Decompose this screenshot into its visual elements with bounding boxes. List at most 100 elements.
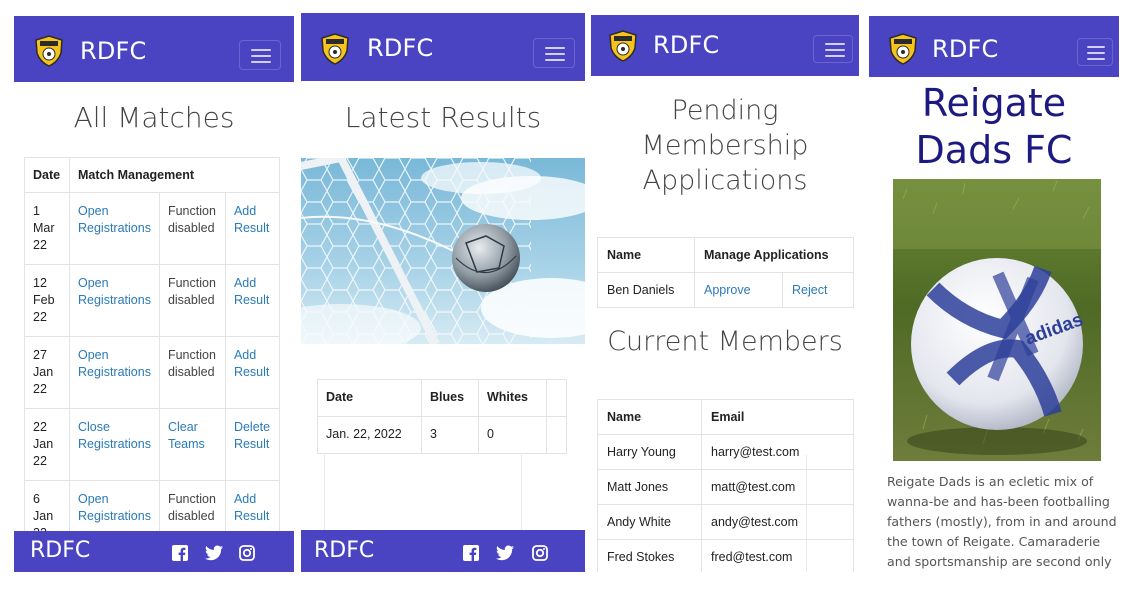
add-result-link[interactable]: Add Result xyxy=(224,336,281,409)
link-text: Result xyxy=(233,365,270,379)
membership-applications-screen: RDFC Pending Membership Applications Nam… xyxy=(591,15,859,572)
hamburger-icon xyxy=(545,47,565,49)
date-day: 6 Jan xyxy=(33,492,54,523)
date-month: Jan xyxy=(33,437,54,451)
approve-link[interactable]: Approve xyxy=(694,272,783,308)
facebook-icon[interactable] xyxy=(172,545,188,561)
club-badge-logo[interactable] xyxy=(34,35,64,67)
hero-title-line: Dads FC xyxy=(915,128,1073,172)
delete-result-link[interactable]: Delete Result xyxy=(224,408,281,481)
menu-toggle-button[interactable] xyxy=(1077,38,1113,66)
link-text: Result xyxy=(233,221,270,235)
table-header-row: Name Email xyxy=(597,399,854,435)
date-month: Mar xyxy=(33,221,55,235)
table-row: Jan. 22, 2022 3 0 xyxy=(317,416,567,454)
match-date: 27 Jan 22 xyxy=(24,336,70,409)
table-row: 1 Mar 22 Open Registrations Function dis… xyxy=(24,192,281,265)
link-text: Add xyxy=(233,348,257,362)
column-header-name: Name xyxy=(597,399,702,435)
hamburger-icon-bar xyxy=(1087,58,1105,60)
column-header-management: Match Management xyxy=(69,157,280,193)
reject-link[interactable]: Reject xyxy=(782,272,854,308)
footer-brand[interactable]: RDFC xyxy=(30,538,90,563)
brand-name[interactable]: RDFC xyxy=(367,34,434,62)
instagram-icon[interactable] xyxy=(532,545,548,561)
members-table: Name Email Harry Young harry@test.com Ma… xyxy=(597,399,854,572)
page-title: All Matches xyxy=(73,101,235,134)
member-name: Fred Stokes xyxy=(597,539,702,572)
instagram-icon[interactable] xyxy=(239,545,255,561)
menu-toggle-button[interactable] xyxy=(813,35,853,63)
facebook-icon[interactable] xyxy=(463,545,479,561)
column-header-date: Date xyxy=(317,379,422,417)
date-year: 22 xyxy=(33,310,47,324)
description-line: wanna-be and has-been footballing xyxy=(887,494,1110,509)
hamburger-icon-bar xyxy=(251,55,271,57)
date-year: 22 xyxy=(33,238,47,252)
member-email: matt@test.com xyxy=(701,469,854,505)
status-text: Function xyxy=(167,348,216,362)
navbar: RDFC xyxy=(14,16,294,82)
table-row: 22 Jan 22 Close Registrations Clear Team… xyxy=(24,408,281,481)
table-row: Andy White andy@test.com xyxy=(597,504,854,540)
navbar: RDFC xyxy=(591,15,859,76)
link-text: Delete xyxy=(233,420,271,434)
date-month: Feb xyxy=(33,293,55,307)
table-row: 27 Jan 22 Open Registrations Function di… xyxy=(24,336,281,409)
brand-name[interactable]: RDFC xyxy=(932,35,999,63)
open-registrations-link[interactable]: Open Registrations xyxy=(69,192,160,265)
description-line: the town of Reigate. Camaraderie xyxy=(887,534,1101,549)
column-header-spacer xyxy=(546,379,567,417)
column-header-blues: Blues xyxy=(421,379,479,417)
footer: RDFC xyxy=(14,531,294,572)
applicant-name: Ben Daniels xyxy=(597,272,695,308)
match-date: 1 Mar 22 xyxy=(24,192,70,265)
club-badge-logo[interactable] xyxy=(608,30,638,62)
clear-teams-link[interactable]: Clear Teams xyxy=(158,408,226,481)
table-header-row: Name Manage Applications xyxy=(597,237,854,273)
title-line: Applications xyxy=(642,165,808,196)
hamburger-icon-bar xyxy=(1087,52,1105,54)
brand-name[interactable]: RDFC xyxy=(80,37,147,65)
member-name: Harry Young xyxy=(597,434,702,470)
link-text: Open xyxy=(78,348,109,362)
open-registrations-link[interactable]: Open Registrations xyxy=(69,336,160,409)
member-email: fred@test.com xyxy=(701,539,854,572)
status-text: disabled xyxy=(167,509,215,523)
table-ghost-line xyxy=(521,453,522,533)
link-text: Registrations xyxy=(78,365,151,379)
twitter-icon[interactable] xyxy=(205,545,223,561)
status-text: disabled xyxy=(167,293,215,307)
table-ghost-line xyxy=(324,453,325,533)
matches-table: Date Match Management 1 Mar 22 Open Regi… xyxy=(24,157,281,553)
table-row: 12 Feb 22 Open Registrations Function di… xyxy=(24,264,281,337)
match-date: 12 Feb 22 xyxy=(24,264,70,337)
hamburger-icon xyxy=(825,43,845,45)
add-result-link[interactable]: Add Result xyxy=(224,192,281,265)
status-text: Function xyxy=(167,276,216,290)
member-email: harry@test.com xyxy=(701,434,854,470)
hamburger-icon-bar xyxy=(825,49,845,51)
table-row: Ben Daniels Approve Reject xyxy=(597,272,854,308)
link-text: Registrations xyxy=(78,221,151,235)
link-text: Registrations xyxy=(78,509,151,523)
date-year: 22 xyxy=(33,382,47,396)
link-text: Open xyxy=(78,204,109,218)
add-result-link[interactable]: Add Result xyxy=(224,264,281,337)
status-text: disabled xyxy=(167,365,215,379)
menu-toggle-button[interactable] xyxy=(239,40,281,70)
club-badge-logo[interactable] xyxy=(888,33,918,65)
teams-status: Function disabled xyxy=(158,192,226,265)
club-badge-logo[interactable] xyxy=(320,33,350,65)
brand-name[interactable]: RDFC xyxy=(653,31,720,59)
close-registrations-link[interactable]: Close Registrations xyxy=(69,408,160,481)
column-header-email: Email xyxy=(701,399,854,435)
teams-status: Function disabled xyxy=(158,336,226,409)
open-registrations-link[interactable]: Open Registrations xyxy=(69,264,160,337)
teams-status: Function disabled xyxy=(158,264,226,337)
menu-toggle-button[interactable] xyxy=(533,38,575,68)
twitter-icon[interactable] xyxy=(496,545,514,561)
title-line: Pending xyxy=(671,95,779,126)
footer-brand[interactable]: RDFC xyxy=(314,538,374,563)
link-text: Registrations xyxy=(78,293,151,307)
